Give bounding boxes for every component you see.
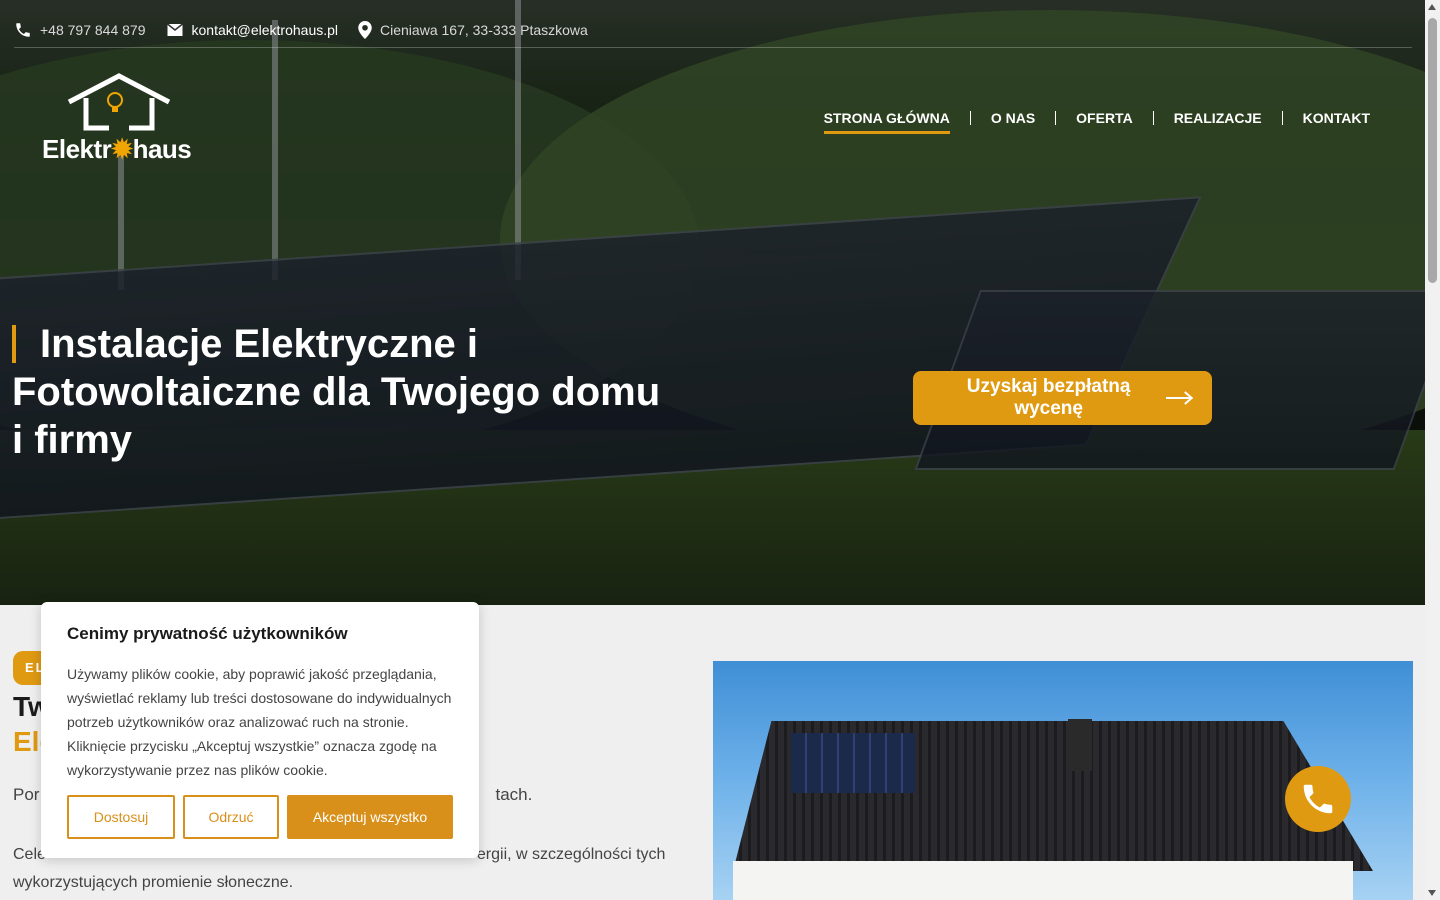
hero-section: +48 797 844 879 kontakt@elektrohaus.pl C… [0, 0, 1425, 605]
cookie-customize-button[interactable]: Dostosuj [67, 795, 175, 839]
nav-item-oferta[interactable]: OFERTA [1056, 108, 1153, 128]
location-pin-icon [358, 20, 372, 39]
page-scrollbar[interactable] [1425, 0, 1440, 900]
free-quote-label: Uzyskaj bezpłatną wycenę [966, 376, 1131, 419]
nav-item-o-nas[interactable]: O NAS [971, 108, 1055, 128]
cookie-reject-button[interactable]: Odrzuć [183, 795, 279, 839]
scroll-up-icon[interactable] [1428, 4, 1436, 10]
free-quote-button[interactable]: Uzyskaj bezpłatną wycenę [913, 371, 1212, 425]
arrow-right-icon [1166, 391, 1194, 405]
cookie-title: Cenimy prywatność użytkowników [67, 624, 348, 643]
cookie-accept-all-button[interactable]: Akceptuj wszystko [287, 795, 453, 839]
email-address: kontakt@elektrohaus.pl [191, 21, 339, 38]
main-navigation: STRONA GŁÓWNA O NAS OFERTA REALIZACJE KO… [804, 108, 1390, 134]
house-bulb-logo-icon [67, 73, 171, 131]
nav-item-strona-glowna[interactable]: STRONA GŁÓWNA [804, 108, 970, 134]
cookie-consent-dialog: Cenimy prywatność użytkowników Używamy p… [41, 602, 479, 858]
topbar-email[interactable]: kontakt@elektrohaus.pl [166, 18, 339, 42]
hero-title: Instalacje Elektryczne i Fotowoltaiczne … [12, 322, 661, 462]
nav-item-kontakt[interactable]: KONTAKT [1283, 108, 1390, 128]
cookie-body: Używamy plików cookie, aby poprawić jako… [67, 666, 452, 778]
cookie-actions: Dostosuj Odrzuć Akceptuj wszystko [67, 795, 453, 839]
scroll-down-icon[interactable] [1428, 890, 1436, 896]
address-text: Cieniawa 167, 33-333 Ptaszkowa [380, 21, 588, 38]
phone-icon [1303, 784, 1333, 814]
roof-solar-panels [791, 733, 915, 793]
phone-number: +48 797 844 879 [40, 21, 146, 38]
scrollbar-thumb[interactable] [1428, 18, 1437, 283]
topbar-address: Cieniawa 167, 33-333 Ptaszkowa [358, 18, 588, 42]
floating-call-button[interactable] [1285, 766, 1351, 832]
logo-text: Elektr✹haus [42, 134, 192, 164]
mail-icon [166, 22, 183, 36]
contact-topbar: +48 797 844 879 kontakt@elektrohaus.pl C… [14, 12, 1412, 48]
sun-icon: ✹ [111, 134, 133, 164]
nav-item-realizacje[interactable]: REALIZACJE [1154, 108, 1282, 128]
phone-icon [16, 22, 30, 37]
elektrohaus-logo[interactable]: Elektr✹haus [42, 72, 196, 168]
topbar-phone[interactable]: +48 797 844 879 [14, 18, 146, 42]
